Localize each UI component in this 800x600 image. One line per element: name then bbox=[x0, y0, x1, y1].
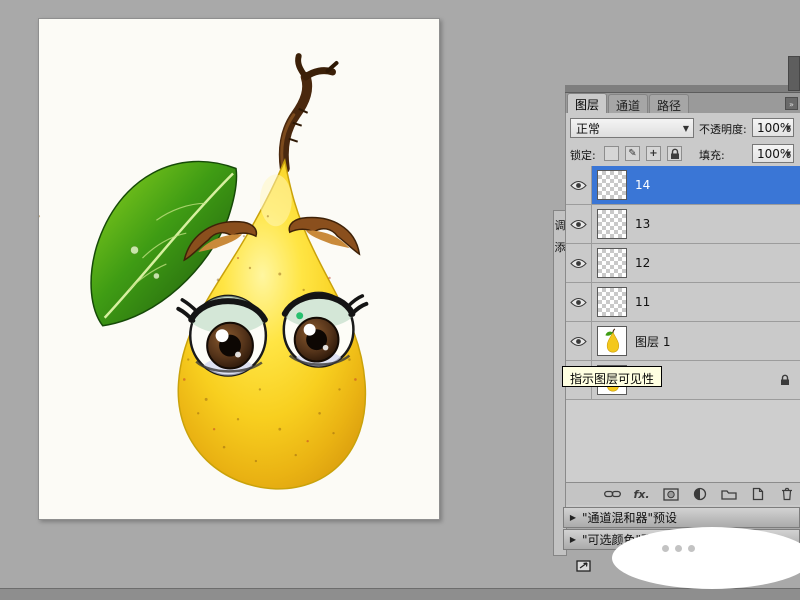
layers-panel-body: 正常 ▼ 不透明度: 100% ▼ 锁定: ✎ + bbox=[565, 113, 800, 507]
tab-channels[interactable]: 通道 bbox=[608, 94, 648, 113]
layer-thumbnail[interactable] bbox=[597, 170, 627, 200]
panel-title-bar[interactable] bbox=[565, 85, 800, 93]
layer-name[interactable]: 14 bbox=[635, 178, 650, 192]
adjustment-layer-icon[interactable] bbox=[691, 486, 708, 502]
pear-artwork bbox=[39, 19, 439, 519]
blend-opacity-row: 正常 ▼ 不透明度: 100% ▼ bbox=[566, 118, 800, 140]
layer-mask-icon[interactable] bbox=[662, 486, 679, 502]
eye-icon bbox=[570, 219, 587, 230]
new-group-icon[interactable] bbox=[720, 486, 737, 502]
fill-label: 填充: bbox=[699, 147, 725, 163]
blend-mode-dropdown[interactable]: 正常 ▼ bbox=[570, 118, 694, 138]
lock-transparency-icon[interactable] bbox=[604, 146, 619, 161]
new-layer-icon[interactable] bbox=[749, 486, 766, 502]
lock-move-icon[interactable]: + bbox=[646, 146, 661, 161]
eye-icon bbox=[570, 297, 587, 308]
visibility-toggle[interactable] bbox=[566, 166, 592, 204]
scale-icon[interactable] bbox=[575, 558, 593, 578]
visibility-toggle[interactable] bbox=[566, 205, 592, 243]
layer-thumbnail[interactable] bbox=[597, 209, 627, 239]
notification-bubble bbox=[612, 527, 800, 589]
link-layers-icon[interactable] bbox=[604, 486, 621, 502]
visibility-toggle[interactable] bbox=[566, 322, 592, 360]
visibility-toggle[interactable] bbox=[566, 244, 592, 282]
layer-thumbnail[interactable] bbox=[597, 326, 627, 356]
ellipsis-dots-icon bbox=[662, 545, 695, 552]
tab-layers[interactable]: 图层 bbox=[567, 93, 607, 113]
visibility-tooltip: 指示图层可见性 bbox=[562, 366, 662, 387]
layer-thumbnail[interactable] bbox=[597, 287, 627, 317]
layer-row-11[interactable]: 11 bbox=[566, 283, 800, 322]
photoshop-workspace: 调 添 ▶ "通道混和器"预设 ▶ "可选颜色"预设 图层 通道 路径 » 正常… bbox=[0, 0, 800, 600]
panel-tab-bar: 图层 通道 路径 » bbox=[565, 93, 800, 113]
layer-name[interactable]: 13 bbox=[635, 217, 650, 231]
lock-all-icon[interactable] bbox=[667, 146, 682, 161]
layer-row-13[interactable]: 13 bbox=[566, 205, 800, 244]
docked-panel-edge bbox=[788, 56, 800, 91]
layer-style-icon[interactable]: fx. bbox=[633, 486, 650, 502]
disclosure-triangle-icon[interactable]: ▶ bbox=[564, 513, 582, 522]
layer-list: 14 13 bbox=[566, 166, 800, 482]
lock-fill-row: 锁定: ✎ + 填充: 100% ▼ bbox=[566, 144, 800, 166]
channel-mixer-presets-header[interactable]: ▶ "通道混和器"预设 bbox=[563, 507, 800, 528]
chevron-down-icon[interactable]: ▼ bbox=[786, 150, 791, 158]
delete-layer-icon[interactable] bbox=[778, 486, 795, 502]
pear-stem bbox=[282, 56, 337, 168]
eye-icon bbox=[570, 258, 587, 269]
document-canvas[interactable] bbox=[38, 18, 440, 520]
layer-name[interactable]: 图层 1 bbox=[635, 333, 670, 350]
visibility-toggle[interactable] bbox=[566, 283, 592, 321]
layer-thumbnail[interactable] bbox=[597, 248, 627, 278]
layers-panel: 图层 通道 路径 » 正常 ▼ 不透明度: 100% ▼ 锁定: bbox=[565, 85, 800, 507]
layer-row-12[interactable]: 12 bbox=[566, 244, 800, 283]
layer-name[interactable]: 11 bbox=[635, 295, 650, 309]
panel-header-label: "通道混和器"预设 bbox=[582, 509, 677, 526]
disclosure-triangle-icon[interactable]: ▶ bbox=[564, 535, 582, 544]
layer-row-14[interactable]: 14 bbox=[566, 166, 800, 205]
chevron-down-icon: ▼ bbox=[683, 124, 689, 133]
layer-row-layer1[interactable]: 图层 1 bbox=[566, 322, 800, 361]
panel-menu-icon[interactable]: » bbox=[785, 97, 798, 110]
layer-name[interactable]: 12 bbox=[635, 256, 650, 270]
eye-icon bbox=[570, 180, 587, 191]
opacity-label: 不透明度: bbox=[699, 121, 747, 137]
blend-mode-value: 正常 bbox=[576, 120, 600, 137]
layer-lock-icon bbox=[780, 374, 790, 389]
eye-icon bbox=[570, 336, 587, 347]
lock-paint-brush-icon[interactable]: ✎ bbox=[625, 146, 640, 161]
status-bar bbox=[0, 588, 800, 600]
lock-buttons: ✎ + bbox=[604, 146, 682, 161]
lock-label: 锁定: bbox=[570, 147, 596, 163]
opacity-field[interactable]: 100% ▼ bbox=[752, 118, 794, 137]
layers-panel-footer: fx. bbox=[566, 482, 800, 505]
fill-field[interactable]: 100% ▼ bbox=[752, 144, 794, 163]
chevron-down-icon[interactable]: ▼ bbox=[786, 124, 791, 132]
tab-paths[interactable]: 路径 bbox=[649, 94, 689, 113]
